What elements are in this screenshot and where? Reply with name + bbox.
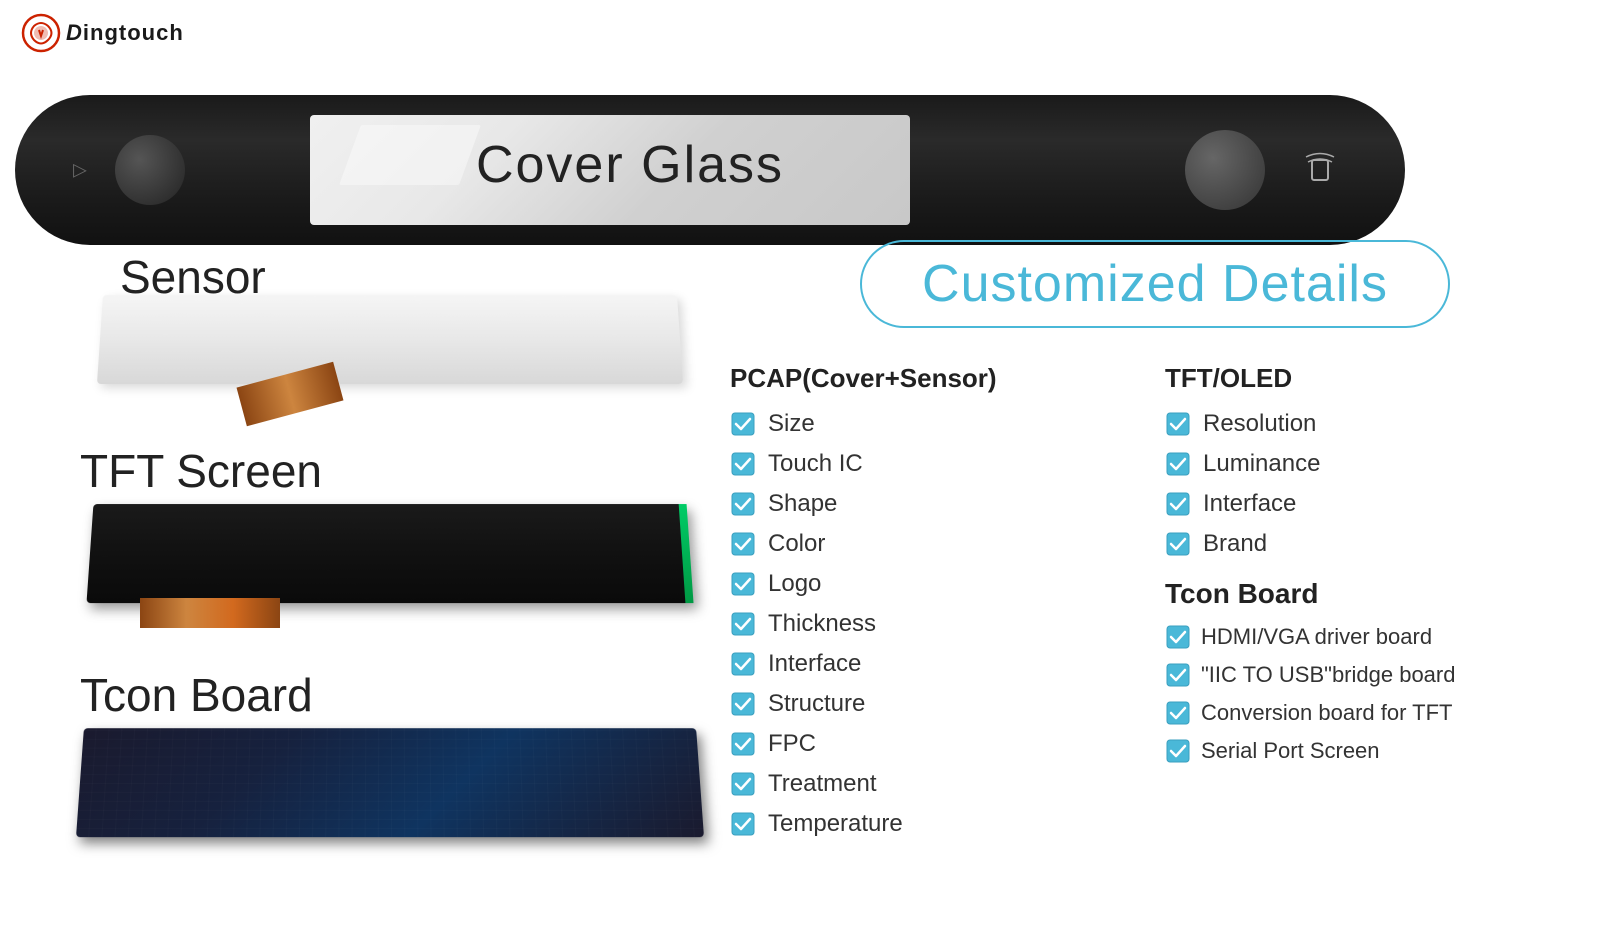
spec-text: Logo [768, 570, 821, 598]
checkbox-icon [1165, 624, 1191, 650]
spec-item: Treatment [730, 770, 1145, 798]
sensor-section: Sensor [40, 250, 720, 384]
checkbox-icon [730, 771, 756, 797]
tcon-spec-item: HDMI/VGA driver board [1165, 624, 1580, 650]
spec-text: Interface [1203, 490, 1296, 518]
spec-item: Interface [730, 650, 1145, 678]
checkbox-icon [730, 411, 756, 437]
rfid-icon [1300, 150, 1340, 190]
tcon-spec-text: HDMI/VGA driver board [1201, 624, 1432, 650]
tft-column-header: TFT/OLED [1165, 363, 1580, 394]
spec-text: Color [768, 530, 825, 558]
tft-plate [86, 504, 693, 603]
spec-item: Thickness [730, 610, 1145, 638]
spec-text: Thickness [768, 610, 876, 638]
customized-oval: Customized Details [730, 240, 1580, 328]
logo: Dingtouch [20, 12, 184, 54]
circle-left [115, 135, 185, 205]
checkbox-icon [730, 531, 756, 557]
checkbox-icon [1165, 451, 1191, 477]
checkbox-icon [1165, 411, 1191, 437]
spec-item: Logo [730, 570, 1145, 598]
spec-text: Resolution [1203, 410, 1316, 438]
spec-text: Brand [1203, 530, 1267, 558]
spec-item: Structure [730, 690, 1145, 718]
spec-text: Structure [768, 690, 865, 718]
pcap-items: Size Touch IC Shape Color Logo Thickness… [730, 410, 1145, 838]
right-columns: TFT/OLED Resolution Luminance Interface … [1165, 363, 1580, 850]
checkbox-icon [730, 811, 756, 837]
tcon-items: HDMI/VGA driver board "IIC TO USB"bridge… [1165, 624, 1580, 764]
checkbox-icon [730, 691, 756, 717]
tcon-right-header: Tcon Board [1165, 578, 1580, 610]
specs-container: PCAP(Cover+Sensor) Size Touch IC Shape C… [730, 363, 1580, 850]
left-section: Sensor TFT Screen Tcon Board [40, 250, 720, 837]
tcon-spec-item: "IIC TO USB"bridge board [1165, 662, 1580, 688]
spec-text: Luminance [1203, 450, 1320, 478]
checkbox-icon [1165, 662, 1191, 688]
spec-text: Touch IC [768, 450, 863, 478]
spec-text: FPC [768, 730, 816, 758]
spec-text: Treatment [768, 770, 876, 798]
checkbox-icon [730, 651, 756, 677]
tcon-section: Tcon Board [40, 668, 720, 837]
checkbox-icon [730, 451, 756, 477]
spec-text: Size [768, 410, 815, 438]
tcon-spec-item: Conversion board for TFT [1165, 700, 1580, 726]
tcon-circuit [76, 728, 704, 837]
tcon-right-section: Tcon Board HDMI/VGA driver board "IIC TO… [1165, 578, 1580, 764]
pcap-column-header: PCAP(Cover+Sensor) [730, 363, 1145, 394]
spec-item: Brand [1165, 530, 1580, 558]
tcon-spec-item: Serial Port Screen [1165, 738, 1580, 764]
tcon-plate [76, 728, 704, 837]
customized-oval-inner: Customized Details [860, 240, 1450, 328]
tft-items: Resolution Luminance Interface Brand [1165, 410, 1580, 558]
customized-title: Customized Details [922, 255, 1388, 313]
spec-item: Touch IC [730, 450, 1145, 478]
checkbox-icon [730, 731, 756, 757]
checkbox-icon [1165, 700, 1191, 726]
spec-item: Interface [1165, 490, 1580, 518]
tft-section: TFT Screen [40, 444, 720, 603]
fpc-connector-tft [140, 598, 280, 628]
tcon-spec-text: Serial Port Screen [1201, 738, 1380, 764]
tft-label: TFT Screen [80, 444, 720, 498]
checkbox-icon [730, 491, 756, 517]
spec-item: Shape [730, 490, 1145, 518]
right-section: Customized Details PCAP(Cover+Sensor) Si… [730, 240, 1580, 850]
spec-text: Interface [768, 650, 861, 678]
triangle-icon: ▷ [73, 160, 87, 181]
spec-text: Temperature [768, 810, 903, 838]
spec-item: FPC [730, 730, 1145, 758]
checkbox-icon [730, 571, 756, 597]
spec-item: Size [730, 410, 1145, 438]
logo-icon [20, 12, 62, 54]
tcon-label: Tcon Board [80, 668, 720, 722]
checkbox-icon [1165, 738, 1191, 764]
spec-text: Shape [768, 490, 837, 518]
spec-item: Temperature [730, 810, 1145, 838]
spec-item: Luminance [1165, 450, 1580, 478]
tcon-spec-text: "IIC TO USB"bridge board [1201, 662, 1455, 688]
checkbox-icon [1165, 491, 1191, 517]
cover-glass-bar: ▷ [15, 95, 1405, 245]
cover-glass-window [310, 115, 910, 225]
spec-item: Color [730, 530, 1145, 558]
cover-glass-section: SURGNOVA ▷ Cover Glass [0, 65, 1420, 265]
logo-text: Dingtouch [66, 20, 184, 46]
tcon-spec-text: Conversion board for TFT [1201, 700, 1452, 726]
checkbox-icon [730, 611, 756, 637]
checkbox-icon [1165, 531, 1191, 557]
sensor-plate [97, 295, 683, 384]
spec-item: Resolution [1165, 410, 1580, 438]
circle-right [1185, 130, 1265, 210]
pcap-column: PCAP(Cover+Sensor) Size Touch IC Shape C… [730, 363, 1145, 850]
